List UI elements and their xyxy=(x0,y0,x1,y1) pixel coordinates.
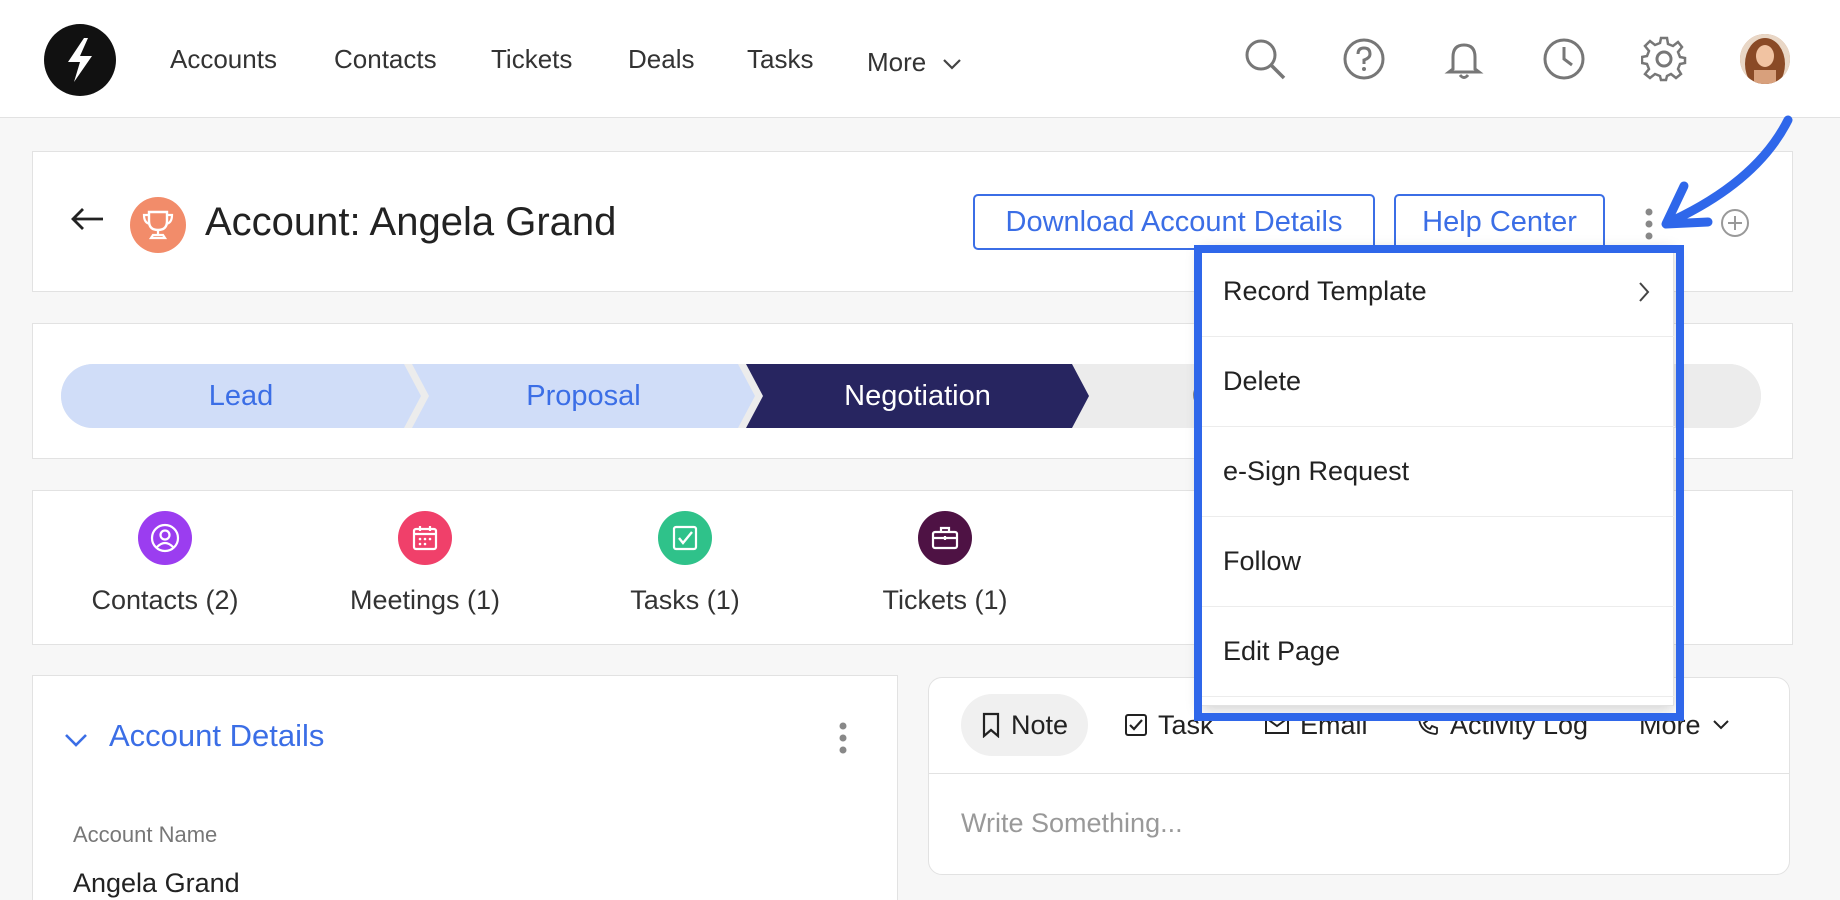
help-center-button[interactable]: Help Center xyxy=(1394,194,1605,250)
menu-item-follow[interactable]: Follow xyxy=(1201,517,1675,607)
trophy-icon xyxy=(130,197,186,253)
bookmark-icon xyxy=(982,712,1000,738)
briefcase-icon xyxy=(918,511,972,565)
menu-item-esign-request-label: e-Sign Request xyxy=(1223,456,1410,486)
app-logo-icon[interactable] xyxy=(44,24,116,96)
details-kebab-icon[interactable] xyxy=(836,720,850,756)
nav-link-contacts[interactable]: Contacts xyxy=(334,44,437,75)
tab-task-label: Task xyxy=(1158,709,1214,740)
help-icon[interactable] xyxy=(1341,36,1387,82)
activity-composer-panel: Note Task Email Activity Log More Write … xyxy=(928,677,1790,875)
clock-icon[interactable] xyxy=(1541,36,1587,82)
related-meetings-label: Meetings (1) xyxy=(349,585,501,615)
nav-link-tasks[interactable]: Tasks xyxy=(747,44,813,75)
menu-item-edit-page[interactable]: Edit Page xyxy=(1201,607,1675,697)
menu-item-record-template-label: Record Template xyxy=(1223,276,1427,306)
related-contacts-label: Contacts (2) xyxy=(91,585,239,615)
tab-note-label: Note xyxy=(1011,709,1069,740)
nav-link-accounts[interactable]: Accounts xyxy=(170,44,277,75)
account-details-panel: Account Details Account Name Angela Gran… xyxy=(32,675,898,900)
gear-icon[interactable] xyxy=(1641,36,1687,82)
download-account-details-button[interactable]: Download Account Details xyxy=(973,194,1375,250)
activity-note-input[interactable]: Write Something... xyxy=(961,808,1183,839)
top-navigation-bar: Accounts Contacts Tickets Deals Tasks Mo… xyxy=(0,0,1840,118)
chevron-down-icon xyxy=(943,59,962,70)
chevron-down-icon xyxy=(1712,720,1729,730)
stage-lead[interactable]: Lead xyxy=(61,364,421,428)
related-tickets-label: Tickets (1) xyxy=(882,585,1008,615)
menu-item-delete-label: Delete xyxy=(1223,366,1302,396)
tab-email-label: Email xyxy=(1300,709,1368,740)
nav-link-tickets[interactable]: Tickets xyxy=(491,44,572,75)
phone-icon xyxy=(1418,715,1438,735)
more-options-dropdown: Record Template Delete e-Sign Request Fo… xyxy=(1200,246,1675,706)
page-title: Account: Angela Grand xyxy=(205,200,617,244)
checkbox-icon xyxy=(658,511,712,565)
tab-note[interactable]: Note xyxy=(961,694,1089,756)
menu-item-follow-label: Follow xyxy=(1223,546,1302,576)
tab-activity-log-label: Activity Log xyxy=(1450,709,1589,740)
menu-item-record-template[interactable]: Record Template xyxy=(1201,247,1675,337)
add-circle-icon[interactable] xyxy=(1719,207,1751,239)
more-options-kebab-icon[interactable] xyxy=(1642,206,1656,242)
related-tasks[interactable]: Tasks (1) xyxy=(575,511,795,631)
search-icon[interactable] xyxy=(1242,36,1288,82)
tab-more-label: More xyxy=(1639,709,1701,740)
menu-item-delete[interactable]: Delete xyxy=(1201,337,1675,427)
calendar-icon xyxy=(398,511,452,565)
nav-more-label: More xyxy=(867,47,927,77)
user-avatar[interactable] xyxy=(1740,34,1790,84)
nav-more-menu[interactable]: More xyxy=(867,47,963,78)
bell-icon[interactable] xyxy=(1441,36,1487,82)
checkbox-icon xyxy=(1125,714,1147,736)
back-arrow-icon[interactable] xyxy=(69,204,105,234)
menu-item-edit-page-label: Edit Page xyxy=(1223,636,1341,666)
account-name-label: Account Name xyxy=(73,822,218,847)
contact-icon xyxy=(138,511,192,565)
account-name-value: Angela Grand xyxy=(73,868,240,898)
related-tasks-label: Tasks (1) xyxy=(630,585,740,615)
chevron-right-icon xyxy=(1639,282,1650,302)
nav-link-deals[interactable]: Deals xyxy=(628,44,694,75)
email-icon xyxy=(1265,716,1289,734)
related-contacts[interactable]: Contacts (2) xyxy=(55,511,275,631)
related-meetings[interactable]: Meetings (1) xyxy=(315,511,535,631)
related-tickets[interactable]: Tickets (1) xyxy=(835,511,1055,631)
collapse-chevron-icon[interactable] xyxy=(63,730,89,750)
menu-item-esign-request[interactable]: e-Sign Request xyxy=(1201,427,1675,517)
account-details-title[interactable]: Account Details xyxy=(109,718,324,754)
stage-proposal[interactable]: Proposal xyxy=(412,364,755,428)
stage-negotiation[interactable]: Negotiation xyxy=(746,364,1089,428)
